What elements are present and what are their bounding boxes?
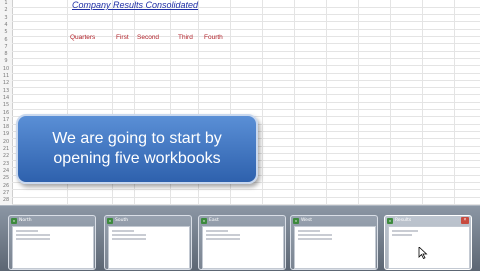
row-number[interactable]: 11 xyxy=(0,73,12,80)
row-number[interactable]: 9 xyxy=(0,58,12,65)
thumbnail-preview xyxy=(294,226,376,269)
row-number[interactable]: 25 xyxy=(0,175,12,182)
row-gridline xyxy=(12,57,480,59)
thumbnail-west[interactable]: x West xyxy=(290,215,378,270)
thumbnail-title: East xyxy=(209,218,219,223)
excel-icon: x xyxy=(293,218,299,224)
header-cell-third[interactable]: Third xyxy=(178,34,193,41)
excel-icon: x xyxy=(201,218,207,224)
row-number[interactable]: 18 xyxy=(0,124,12,131)
row-gridline xyxy=(12,87,480,89)
row-gridline xyxy=(12,189,480,191)
column-gridline xyxy=(390,0,391,205)
thumbnail-title: South xyxy=(115,218,129,223)
thumbnail-preview xyxy=(388,226,470,269)
row-gridline xyxy=(12,196,480,198)
thumbnail-title: North xyxy=(19,218,32,223)
column-gridline xyxy=(294,0,295,205)
row-gridline xyxy=(12,43,480,45)
row-gridline xyxy=(12,21,480,23)
row-number[interactable]: 21 xyxy=(0,146,12,153)
row-number[interactable]: 3 xyxy=(0,15,12,22)
row-number[interactable]: 5 xyxy=(0,29,12,36)
row-number[interactable]: 19 xyxy=(0,131,12,138)
excel-icon: x xyxy=(107,218,113,224)
thumbnail-title: Results xyxy=(395,218,412,223)
thumbnail-preview xyxy=(108,226,190,269)
row-gridline xyxy=(12,79,480,81)
header-cell-second[interactable]: Second xyxy=(137,34,159,41)
row-number[interactable]: 2 xyxy=(0,7,12,14)
excel-icon: x xyxy=(387,218,393,224)
row-number[interactable]: 15 xyxy=(0,102,12,109)
thumbnail-east[interactable]: x East xyxy=(198,215,286,270)
header-cell-first[interactable]: First xyxy=(116,34,129,41)
row-number[interactable]: 12 xyxy=(0,80,12,87)
row-gridline xyxy=(12,72,480,74)
row-number[interactable]: 7 xyxy=(0,44,12,51)
row-number[interactable]: 23 xyxy=(0,161,12,168)
row-number[interactable]: 1 xyxy=(0,0,12,7)
thumbnail-south[interactable]: x South xyxy=(104,215,192,270)
banner-line-1: We are going to start by xyxy=(52,130,222,147)
thumbnail-title: West xyxy=(301,218,313,223)
instruction-banner: We are going to start by opening five wo… xyxy=(16,114,258,184)
taskbar-thumbnail-strip: x North x South x East x West x Results … xyxy=(0,205,480,271)
row-number[interactable]: 17 xyxy=(0,117,12,124)
row-number[interactable]: 26 xyxy=(0,183,12,190)
row-number[interactable]: 28 xyxy=(0,197,12,204)
row-gridline xyxy=(12,109,480,110)
row-number[interactable]: 4 xyxy=(0,22,12,29)
row-gridline xyxy=(12,14,480,16)
row-gridline xyxy=(12,50,480,52)
row-number[interactable]: 27 xyxy=(0,190,12,197)
row-number[interactable]: 16 xyxy=(0,110,12,117)
thumbnail-preview xyxy=(12,226,94,269)
banner-line-2: opening five workbooks xyxy=(53,150,221,167)
thumbnail-preview xyxy=(202,226,284,269)
column-gridline xyxy=(326,0,327,205)
thumbnail-results[interactable]: x Results × xyxy=(384,215,472,270)
excel-icon: x xyxy=(11,218,17,224)
header-cell-quarters[interactable]: Quarters xyxy=(70,34,95,41)
mouse-cursor-icon xyxy=(418,247,428,259)
column-gridline xyxy=(262,0,263,205)
close-icon[interactable]: × xyxy=(461,217,469,224)
column-gridline xyxy=(454,0,455,205)
row-gridline xyxy=(12,94,480,96)
row-number[interactable]: 20 xyxy=(0,139,12,146)
row-gridline xyxy=(12,28,480,30)
row-gridline xyxy=(12,65,480,67)
row-number[interactable]: 8 xyxy=(0,51,12,58)
row-number[interactable]: 22 xyxy=(0,153,12,160)
row-number[interactable]: 13 xyxy=(0,88,12,95)
column-gridline xyxy=(422,0,423,205)
row-number[interactable]: 10 xyxy=(0,66,12,73)
column-gridline xyxy=(358,0,359,205)
row-number[interactable]: 6 xyxy=(0,37,12,44)
thumbnail-north[interactable]: x North xyxy=(8,215,96,270)
row-gridline xyxy=(12,101,480,103)
row-number[interactable]: 24 xyxy=(0,168,12,175)
row-number[interactable]: 14 xyxy=(0,95,12,102)
sheet-title[interactable]: Company Results Consolidated xyxy=(72,0,198,10)
header-cell-fourth[interactable]: Fourth xyxy=(204,34,223,41)
